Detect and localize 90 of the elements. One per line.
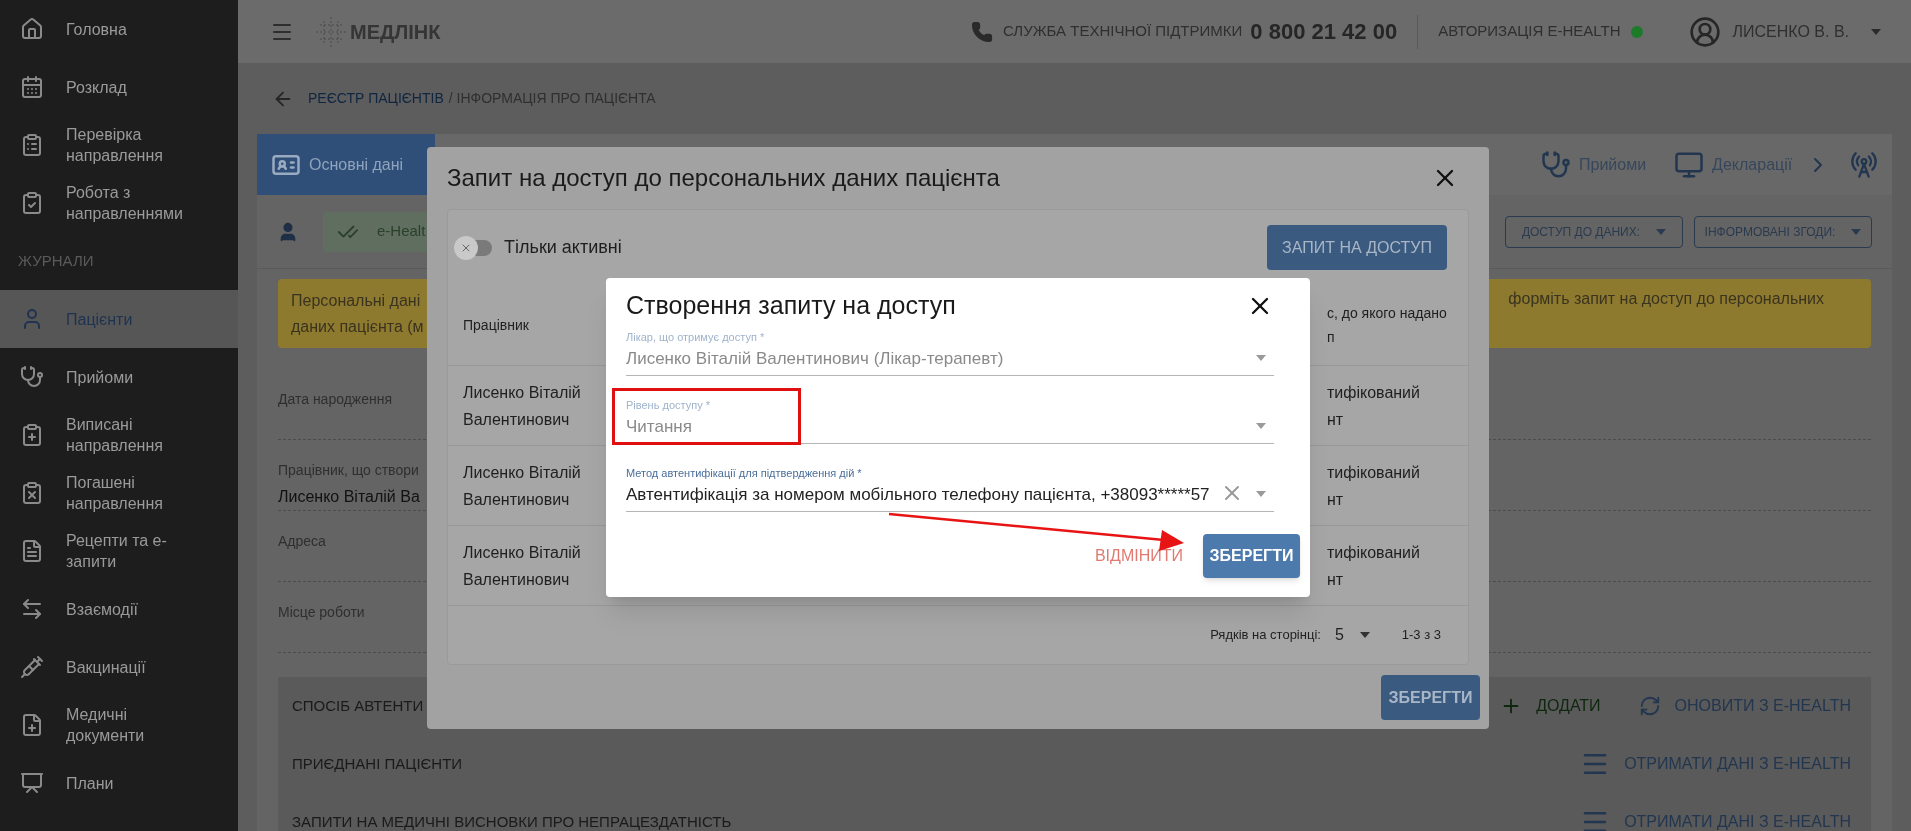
- sidebar-item[interactable]: Робота з направленнями: [0, 174, 238, 232]
- dialog-title: Створення запиту на доступ: [626, 289, 956, 321]
- banner-text: даних пацієнта (м: [291, 316, 424, 337]
- caret-icon: [1851, 228, 1862, 235]
- sidebar-item[interactable]: Медичні документи: [0, 696, 238, 754]
- table-cell-text: Лисенко Віталій: [463, 462, 581, 483]
- page-range: 1-3 з 3: [1401, 626, 1441, 645]
- arrows-icon: [20, 597, 44, 621]
- home-icon: [20, 17, 44, 41]
- section-title[interactable]: СПОСІБ АВТЕНТИ: [292, 694, 424, 718]
- phone-icon: [971, 20, 993, 43]
- caret-icon: [1256, 491, 1266, 497]
- field-value: Лисенко Віталій Ва: [278, 487, 420, 507]
- table-cell-text: Валентинович: [463, 489, 571, 510]
- table-cell-text: нт: [1327, 409, 1345, 430]
- ehealth-auth-label[interactable]: АВТОРИЗАЦІЯ E-HEALTH: [1438, 20, 1621, 43]
- avatar-icon: [1688, 15, 1721, 48]
- clipboard-icon: [20, 423, 44, 447]
- refresh-icon: [1638, 695, 1661, 717]
- breadcrumb-link[interactable]: РЕЄСТР ПАЦІЄНТІВ: [308, 88, 444, 109]
- table-cell-text: Валентинович: [463, 409, 571, 430]
- banner-text: форміть запит на доступ до персональних: [1508, 289, 1824, 309]
- calendar-icon: [20, 75, 44, 99]
- antenna-icon: [1850, 150, 1879, 179]
- field-label: Лікар, що отримує доступ *: [626, 330, 766, 345]
- sidebar-item[interactable]: Рецепти та е-запити: [0, 522, 238, 580]
- sidebar-item[interactable]: Виписані направлення: [0, 406, 238, 464]
- save-button[interactable]: ЗБЕРЕГТИ: [1203, 533, 1300, 578]
- field-value: Лисенко Віталій Валентинович (Лікар-терапевт): [626, 347, 1005, 370]
- column-header: Працівник: [463, 315, 529, 335]
- support-label: СЛУЖБА ТЕХНІЧНОЇ ПІДТРИМКИ: [1003, 21, 1243, 42]
- rows-per-page-label: Рядків на сторінці:: [1210, 626, 1321, 645]
- sidebar-item[interactable]: Пацієнти: [0, 290, 238, 348]
- document-icon: [20, 539, 44, 563]
- table-cell-text: Лисенко Віталій: [463, 382, 581, 403]
- section-action-link[interactable]: ОНОВИТИ З E-HEALTH: [1638, 694, 1851, 718]
- table-cell-text: нт: [1327, 569, 1345, 590]
- filter-dropdown[interactable]: ДОСТУП ДО ДАНИХ:: [1505, 215, 1683, 248]
- column-header: с, до якого надано: [1327, 304, 1448, 323]
- caret-icon: [1656, 228, 1667, 235]
- section-title[interactable]: ЗАПИТИ НА МЕДИЧНІ ВИСНОВКИ ПРО НЕПРАЦЕЗДАТНІСТЬ: [292, 810, 732, 831]
- caret-icon: [1871, 28, 1881, 35]
- syringe-icon: [20, 655, 44, 679]
- field-label: Метод автентифікації для підтвердження дій *: [626, 466, 863, 481]
- column-header: п: [1327, 328, 1336, 347]
- table-cell-text: нт: [1327, 489, 1345, 510]
- board-icon: [20, 771, 44, 795]
- stethoscope-icon: [20, 365, 44, 389]
- section-action-link[interactable]: ОТРИМАТИ ДАНІ З E-HEALTH: [1580, 749, 1851, 779]
- sidebar-item[interactable]: Перевірка направлення: [0, 116, 238, 174]
- support-phone: 0 800 21 42 00: [1250, 18, 1398, 46]
- toggle-label: Тільки активні: [504, 236, 622, 259]
- request-access-button[interactable]: ЗАПИТ НА ДОСТУП: [1267, 225, 1447, 270]
- section-action-link[interactable]: ОТРИМАТИ ДАНІ З E-HEALTH: [1580, 807, 1851, 831]
- clipboard-check-icon: [20, 191, 44, 215]
- field-label: Рівень доступу *: [626, 398, 711, 413]
- section-action-link[interactable]: ДОДАТИ: [1500, 694, 1601, 718]
- sidebar-item[interactable]: Головна: [0, 0, 238, 58]
- document-plus-icon: [20, 713, 44, 737]
- logo-icon: [314, 14, 348, 49]
- sidebar-item[interactable]: Прийоми: [0, 348, 238, 406]
- field-value: Читання: [626, 415, 693, 438]
- user-name[interactable]: ЛИСЕНКО В. В.: [1732, 19, 1849, 44]
- clipboard-list-icon: [20, 133, 44, 157]
- banner-text: Персональні дані: [291, 290, 422, 311]
- table-cell-text: Валентинович: [463, 569, 571, 590]
- field-value: Автентифікація за номером мобільного телефону пацієнта, +38093*****57: [626, 483, 1211, 506]
- sidebar-item[interactable]: Вакцинації: [0, 638, 238, 696]
- sidebar-section-title: ЖУРНАЛИ: [18, 250, 94, 271]
- sidebar-item[interactable]: Розклад: [0, 58, 238, 116]
- caret-icon: [1256, 423, 1266, 429]
- sidebar-item[interactable]: Взаємодії: [0, 580, 238, 638]
- clipboard-icon: [20, 481, 44, 505]
- table-cell-text: тифікований: [1327, 542, 1421, 563]
- rows-per-page-select[interactable]: 5: [1334, 623, 1370, 647]
- patient-tab[interactable]: Основні дані: [257, 134, 435, 195]
- stethoscope-icon: [1541, 149, 1571, 180]
- sidebar-item[interactable]: Погашені направлення: [0, 464, 238, 522]
- table-cell-text: Лисенко Віталій: [463, 542, 581, 563]
- dialog-title: Запит на доступ до персональних даних пацієнта: [447, 163, 1000, 193]
- caret-icon: [1359, 632, 1370, 638]
- table-cell-text: тифікований: [1327, 382, 1421, 403]
- caret-icon: [1256, 355, 1266, 361]
- select-field[interactable]: Метод автентифікації для підтвердження дій * Автентифікація за номером мобільного телефону пацієнта, +38093*****57: [626, 464, 1274, 512]
- filter-dropdown[interactable]: ІНФОРМОВАНІ ЗГОДИ:: [1694, 215, 1872, 248]
- save-button[interactable]: ЗБЕРЕГТИ: [1381, 675, 1480, 720]
- cancel-button[interactable]: ВІДМІНИТИ: [1094, 543, 1183, 568]
- section-title[interactable]: ПРИЄДНАНІ ПАЦІЄНТИ: [292, 752, 463, 776]
- table-cell-text: тифікований: [1327, 462, 1421, 483]
- sidebar-item[interactable]: Плани: [0, 754, 238, 812]
